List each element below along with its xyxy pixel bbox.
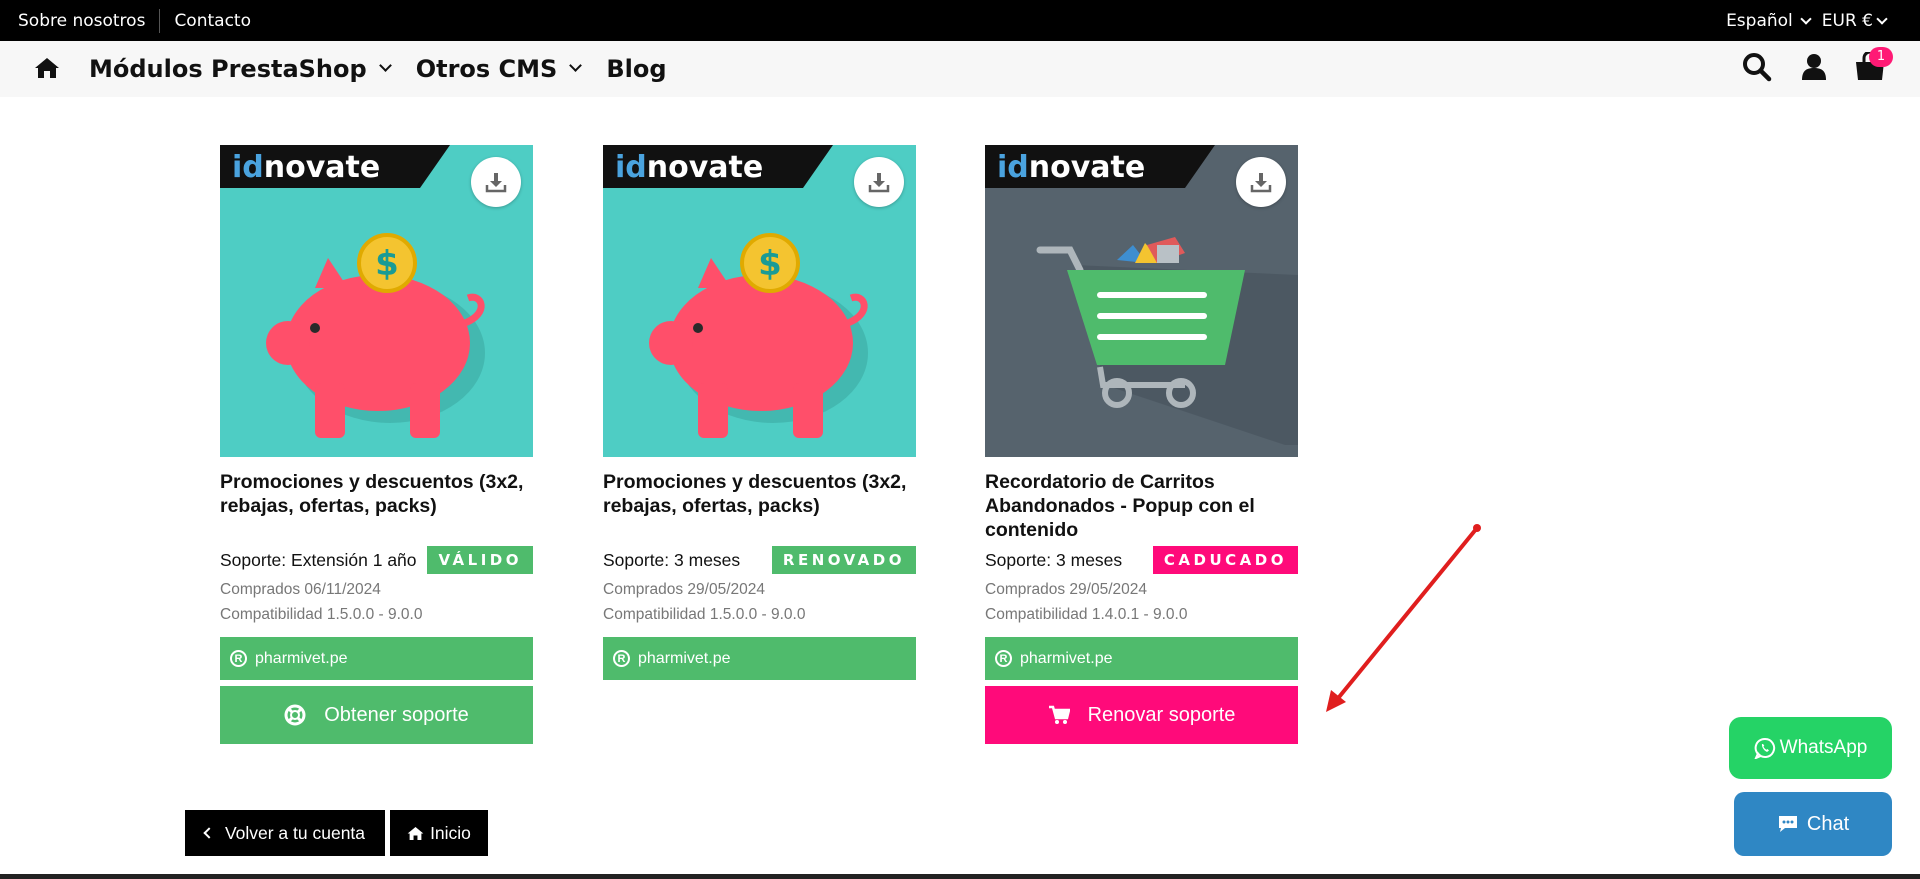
whatsapp-label: WhatsApp <box>1779 737 1868 758</box>
product-title[interactable]: Recordatorio de Carritos Abandonados - P… <box>985 470 1298 542</box>
download-button[interactable] <box>1236 157 1286 207</box>
footer-edge <box>0 874 1920 879</box>
download-icon <box>868 173 890 193</box>
product-image[interactable]: idnovate $ <box>603 145 916 457</box>
compatibility: Compatibilidad 1.5.0.0 - 9.0.0 <box>603 606 806 623</box>
svg-text:$: $ <box>375 244 399 284</box>
purchase-date: Comprados 29/05/2024 <box>985 581 1148 598</box>
nav-item-other-cms[interactable]: Otros CMS <box>415 55 583 83</box>
nav-menu: Módulos PrestaShop Otros CMS Blog <box>89 41 667 97</box>
product-card: idnovate Recordatorio de Carritos Abando… <box>985 145 1298 744</box>
nav-item-blog[interactable]: Blog <box>606 55 666 83</box>
currency-label: EUR € <box>1821 10 1873 31</box>
product-image[interactable]: idnovate $ <box>220 145 533 457</box>
download-button[interactable] <box>854 157 904 207</box>
product-image[interactable]: idnovate <box>985 145 1298 457</box>
get-support-label: Obtener soporte <box>324 703 469 726</box>
get-support-button[interactable]: Obtener soporte <box>220 686 533 744</box>
product-card: idnovate $ Promociones y descuentos (3x2… <box>603 145 916 680</box>
main-nav: Módulos PrestaShop Otros CMS Blog <box>0 41 1920 97</box>
home-icon <box>407 826 424 840</box>
compatibility: Compatibilidad 1.4.0.1 - 9.0.0 <box>985 606 1188 623</box>
domain-bar: R pharmivet.pe <box>985 637 1298 680</box>
brand-logo-text: idnovate <box>615 150 763 185</box>
nav-item-blog-label: Blog <box>606 55 667 83</box>
contact-link[interactable]: Contacto <box>160 9 265 33</box>
top-links: Sobre nosotros Contacto <box>18 0 265 41</box>
domain-label: pharmivet.pe <box>638 649 731 667</box>
product-title[interactable]: Promociones y descuentos (3x2, rebajas, … <box>603 470 916 518</box>
home-button[interactable]: Inicio <box>390 810 488 856</box>
back-to-account-label: Volver a tu cuenta <box>224 822 366 843</box>
home-label: Inicio <box>430 822 471 843</box>
download-icon <box>1250 173 1272 193</box>
top-bar: Sobre nosotros Contacto Español EUR € <box>0 0 1920 41</box>
whatsapp-icon <box>1754 737 1775 759</box>
product-title[interactable]: Promociones y descuentos (3x2, rebajas, … <box>220 470 533 518</box>
brand-logo-text: idnovate <box>232 150 380 185</box>
domain-label: pharmivet.pe <box>1020 649 1113 667</box>
nav-item-modules[interactable]: Módulos PrestaShop <box>89 55 392 83</box>
whatsapp-button[interactable]: WhatsApp <box>1729 717 1892 779</box>
registered-icon: R <box>995 650 1012 667</box>
brand-logo-text: idnovate <box>997 150 1145 185</box>
status-badge: VÁLIDO <box>427 546 533 574</box>
chat-icon <box>1778 816 1797 832</box>
chat-button[interactable]: Chat <box>1734 792 1892 856</box>
status-badge: CADUCADO <box>1152 546 1298 574</box>
chevron-down-icon <box>1800 12 1812 25</box>
compatibility: Compatibilidad 1.5.0.0 - 9.0.0 <box>220 606 423 623</box>
registered-icon: R <box>230 650 247 667</box>
download-button[interactable] <box>471 157 521 207</box>
chevron-left-icon <box>203 827 215 839</box>
status-badge: RENOVADO <box>771 546 916 574</box>
support-label: Soporte: 3 meses <box>985 550 1123 570</box>
nav-item-modules-label: Módulos PrestaShop <box>89 55 367 83</box>
language-label: Español <box>1726 10 1793 31</box>
nav-item-other-cms-label: Otros CMS <box>415 55 558 83</box>
purchase-date: Comprados 06/11/2024 <box>220 581 381 598</box>
cart-icon <box>1048 705 1070 725</box>
svg-text:$: $ <box>758 244 782 284</box>
cart-count-badge: 1 <box>1869 47 1893 67</box>
lifebuoy-icon <box>284 704 306 726</box>
renew-support-button[interactable]: Renovar soporte <box>985 686 1298 744</box>
chevron-down-icon <box>1876 12 1888 25</box>
domain-bar: R pharmivet.pe <box>220 637 533 680</box>
chevron-down-icon <box>378 58 392 72</box>
registered-icon: R <box>613 650 630 667</box>
language-selector[interactable]: Español <box>1726 10 1812 31</box>
domain-bar: R pharmivet.pe <box>603 637 916 680</box>
currency-selector[interactable]: EUR € <box>1821 10 1888 31</box>
chat-label: Chat <box>1806 812 1850 835</box>
support-label: Soporte: Extensión 1 año <box>220 550 417 570</box>
chevron-down-icon <box>569 58 583 72</box>
product-card: idnovate $ Promociones y descuentos (3x2… <box>220 145 533 744</box>
top-right: Español EUR € <box>1726 0 1888 41</box>
about-link[interactable]: Sobre nosotros <box>18 8 161 33</box>
back-to-account-button[interactable]: Volver a tu cuenta <box>185 810 385 856</box>
download-icon <box>485 173 507 193</box>
domain-label: pharmivet.pe <box>255 649 348 667</box>
support-label: Soporte: 3 meses <box>603 550 741 570</box>
renew-support-label: Renovar soporte <box>1087 703 1236 726</box>
home-icon[interactable] <box>34 55 60 81</box>
purchase-date: Comprados 29/05/2024 <box>603 581 766 598</box>
